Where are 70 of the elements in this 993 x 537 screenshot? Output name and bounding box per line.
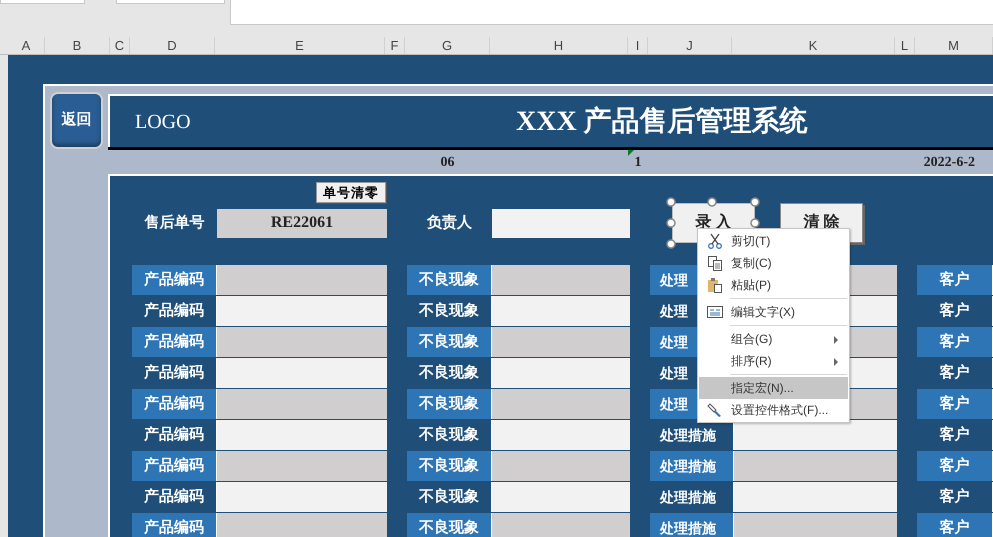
column-header[interactable]: L [895, 37, 915, 54]
row-label: 不良现象 [407, 327, 492, 357]
column-header[interactable]: J [648, 37, 732, 54]
field-label: 售后单号 [143, 212, 206, 233]
reset-number-button[interactable]: 单号清零 [316, 182, 386, 203]
table-cell[interactable] [217, 327, 387, 357]
month-value: 06 [440, 154, 456, 172]
column-header[interactable]: C [110, 37, 130, 54]
row-label: 产品编码 [132, 451, 217, 481]
table-cell[interactable] [492, 420, 630, 450]
order-number-field[interactable]: RE22061 [217, 208, 387, 238]
row-label: 不良现象 [407, 265, 492, 295]
table-cell[interactable] [217, 451, 387, 481]
row-label: 处理措施 [650, 513, 734, 537]
table-cell[interactable] [217, 389, 387, 419]
row-label: 不良现象 [407, 513, 492, 537]
copy-icon [707, 255, 723, 271]
table-cell[interactable] [217, 482, 387, 512]
clipboard-icon [707, 277, 723, 293]
row-label: 产品编码 [132, 265, 217, 295]
menu-item[interactable]: 指定宏(N)... [699, 377, 848, 399]
count-value: 1 [634, 154, 642, 172]
row-label: 产品编码 [132, 513, 217, 537]
brush-icon [707, 402, 723, 418]
table-cell[interactable] [492, 265, 630, 295]
row-label: 客户 [917, 265, 993, 295]
row-label: 客户 [917, 513, 993, 537]
table-cell[interactable] [217, 513, 387, 537]
column-header[interactable]: B [45, 37, 110, 54]
table-cell[interactable] [492, 513, 630, 537]
table-cell[interactable] [492, 327, 630, 357]
table-cell[interactable] [217, 296, 387, 326]
owner-field[interactable] [492, 208, 630, 238]
table-cell[interactable] [217, 358, 387, 388]
row-label: 客户 [917, 327, 993, 357]
table-cell[interactable] [492, 482, 630, 512]
table-cell[interactable] [492, 451, 630, 481]
table-cell[interactable] [734, 420, 897, 450]
column-header[interactable]: H [490, 37, 628, 54]
table-cell[interactable] [492, 296, 630, 326]
column-header[interactable]: D [130, 37, 215, 54]
row-label: 产品编码 [132, 327, 217, 357]
app-title: XXX 产品售后管理系统 [516, 104, 808, 138]
date-value: 2022-6-2 [922, 154, 976, 172]
logo-text: LOGO [134, 110, 192, 134]
table-cell[interactable] [734, 482, 897, 512]
table-cell[interactable] [217, 265, 387, 295]
row-label: 处理措施 [650, 451, 734, 481]
scissors-icon [707, 233, 723, 249]
row-label: 不良现象 [407, 451, 492, 481]
column-header[interactable]: E [215, 37, 385, 54]
cell-marker-icon [628, 150, 634, 156]
table-cell[interactable] [492, 358, 630, 388]
column-header[interactable]: G [405, 37, 490, 54]
field-label: 负责人 [426, 212, 473, 233]
text-box-icon [707, 304, 723, 320]
table-cell[interactable] [734, 513, 897, 537]
column-header[interactable]: I [628, 37, 648, 54]
row-label: 产品编码 [132, 389, 217, 419]
table-cell[interactable] [492, 389, 630, 419]
table-cell[interactable] [217, 420, 387, 450]
row-label: 不良现象 [407, 389, 492, 419]
row-label: 客户 [917, 451, 993, 481]
column-header[interactable]: A [8, 37, 45, 54]
row-label: 客户 [917, 389, 993, 419]
column-header[interactable]: F [385, 37, 405, 54]
back-button[interactable]: 返回 [50, 92, 103, 149]
column-header[interactable]: K [732, 37, 895, 54]
table-cell[interactable] [734, 451, 897, 481]
column-header[interactable]: M [915, 37, 993, 54]
